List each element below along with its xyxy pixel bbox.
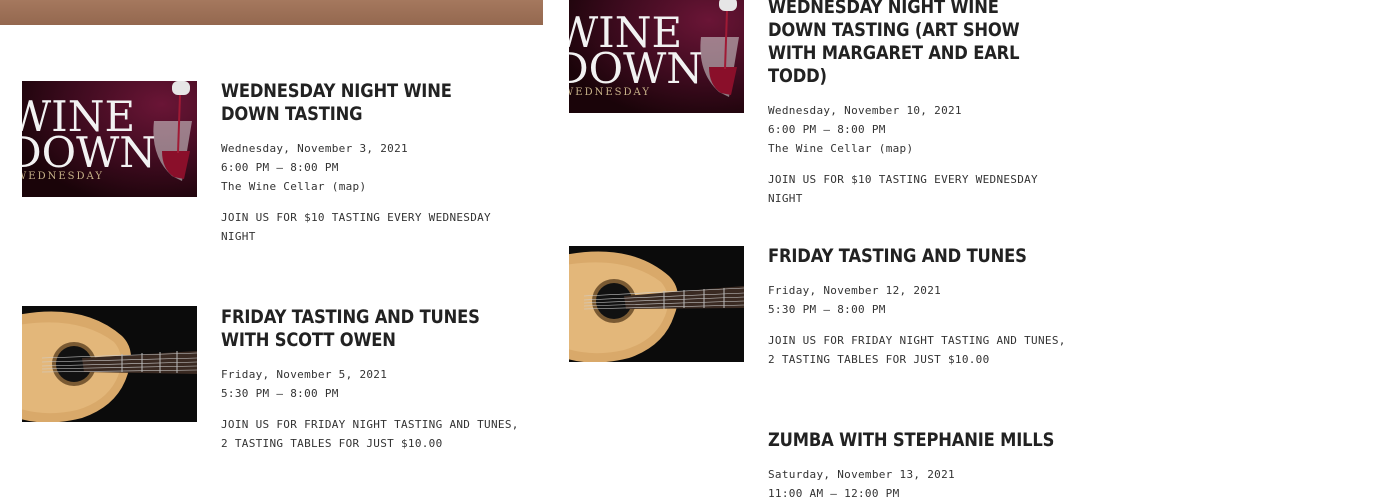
guitar-image[interactable] xyxy=(569,246,744,362)
event-title[interactable]: Friday Tasting and Tunes with Scott Owen xyxy=(221,306,513,352)
guitar-image[interactable] xyxy=(22,306,197,422)
event-venue: The Wine Cellar xyxy=(768,142,872,155)
map-link[interactable]: (map) xyxy=(332,180,367,193)
wine-down-graphic: WINE DOWN WEDNESDAY xyxy=(22,81,197,197)
event-description: Join us for $10 tasting every Wednesday … xyxy=(768,173,1038,205)
event-date: Friday, November 5, 2021 xyxy=(221,368,388,381)
event-description: Join us for $10 tasting every Wednesday … xyxy=(221,211,491,243)
thumb-text: WEDNESDAY xyxy=(22,171,104,182)
guitar-graphic xyxy=(22,306,197,422)
event-description: Join us for Friday night tasting and tun… xyxy=(768,334,1066,366)
event-venue: The Wine Cellar xyxy=(221,180,325,193)
event-location: The Wine Cellar (map) xyxy=(768,139,1068,158)
event-time: 5:30 PM – 8:00 PM xyxy=(768,303,886,316)
event-title[interactable]: Friday Tasting and Tunes xyxy=(768,245,1060,268)
event-location: The Wine Cellar (map) xyxy=(221,177,521,196)
event-title[interactable]: Wednesday Night Wine Down Tasting xyxy=(221,80,513,126)
guitar-graphic xyxy=(569,246,744,362)
map-link[interactable]: (map) xyxy=(879,142,914,155)
header-banner-image xyxy=(0,0,543,25)
event-time: 6:00 PM – 8:00 PM xyxy=(768,123,886,136)
event-title[interactable]: Zumba with Stephanie Mills xyxy=(768,429,1060,452)
event-time: 11:00 AM – 12:00 PM xyxy=(768,487,900,500)
wine-down-image[interactable]: WINE DOWN WEDNESDAY xyxy=(569,0,744,113)
event-date: Saturday, November 13, 2021 xyxy=(768,468,955,481)
event-time: 5:30 PM – 8:00 PM xyxy=(221,387,339,400)
event-date: Wednesday, November 10, 2021 xyxy=(768,104,962,117)
thumb-text: DOWN xyxy=(22,128,156,177)
event-date: Wednesday, November 3, 2021 xyxy=(221,142,408,155)
thumb-text: WEDNESDAY xyxy=(569,87,651,98)
wine-down-graphic: WINE DOWN WEDNESDAY xyxy=(569,0,744,113)
event-description: Join us for Friday night tasting and tun… xyxy=(221,418,519,450)
thumb-text: DOWN xyxy=(569,44,703,93)
event-title[interactable]: Wednesday Night Wine Down Tasting (Art s… xyxy=(768,0,1060,88)
event-date: Friday, November 12, 2021 xyxy=(768,284,942,297)
event-time: 6:00 PM – 8:00 PM xyxy=(221,161,339,174)
wine-down-image[interactable]: WINE DOWN WEDNESDAY xyxy=(22,81,197,197)
